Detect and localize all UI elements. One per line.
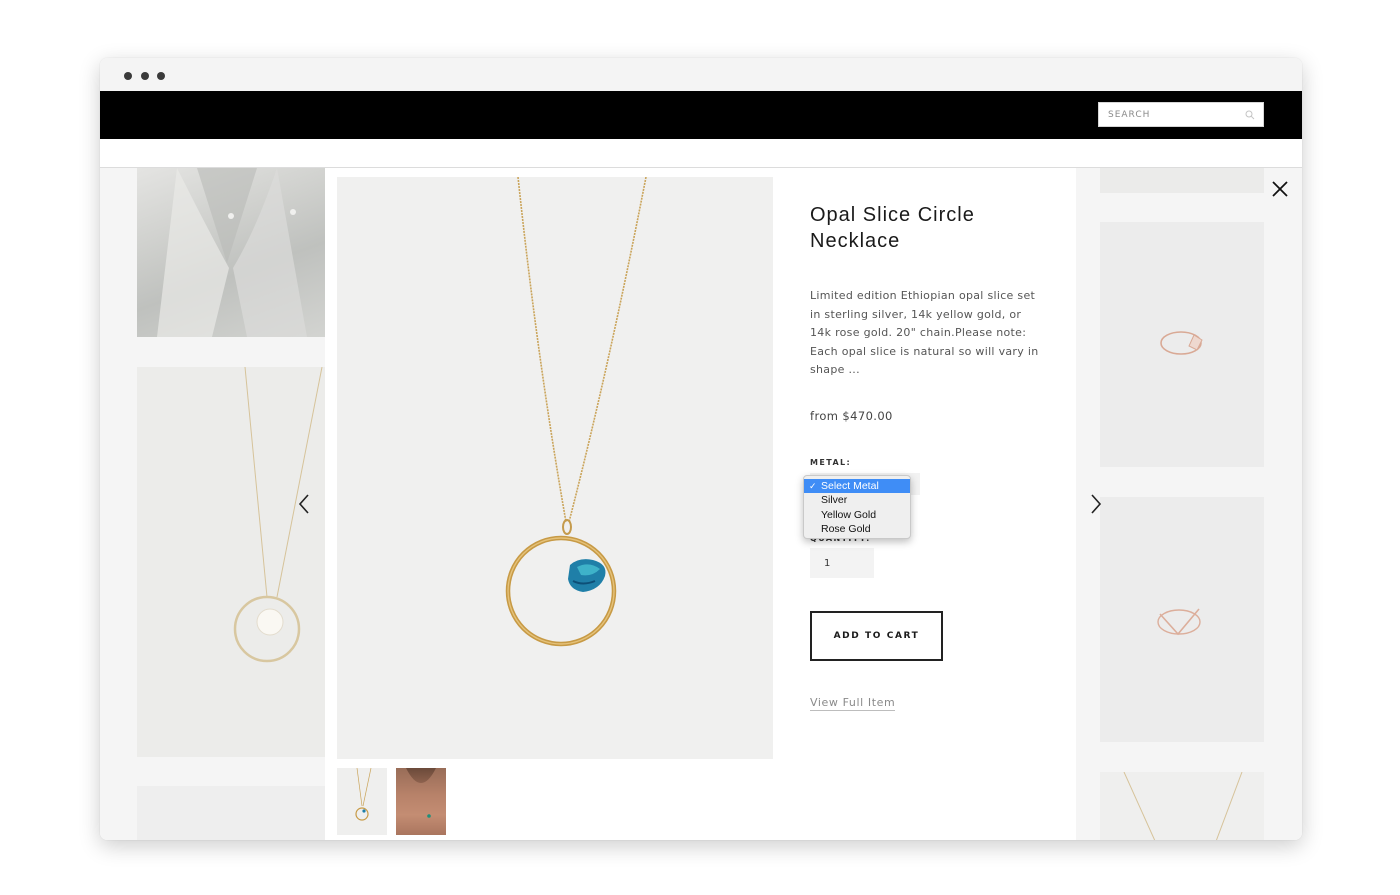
- view-full-item-link[interactable]: View Full Item: [810, 696, 896, 711]
- checkmark-icon: ✓: [809, 481, 817, 491]
- product-tile-pearl-necklace[interactable]: [137, 367, 325, 757]
- metal-option[interactable]: Rose Gold: [804, 522, 910, 536]
- metal-option[interactable]: ✓ Select Metal: [804, 479, 910, 494]
- product-description: Limited edition Ethiopian opal slice set…: [810, 289, 1039, 376]
- product-main-image[interactable]: [337, 177, 773, 759]
- quick-view-modal: Opal Slice Circle Necklace Limited editi…: [325, 168, 1076, 840]
- search-input[interactable]: [1099, 103, 1239, 126]
- necklace-thumbnail: [355, 768, 372, 821]
- metal-option[interactable]: Yellow Gold: [804, 508, 910, 522]
- opal-necklace-photo: [505, 177, 647, 647]
- quantity-field[interactable]: [810, 548, 874, 578]
- product-tile-ring[interactable]: [1100, 222, 1264, 467]
- metal-option-label: Select Metal: [821, 480, 879, 492]
- ring-photo: [1160, 331, 1203, 355]
- close-icon[interactable]: [1269, 178, 1291, 200]
- metal-label: METAL:: [810, 458, 852, 467]
- window-dot[interactable]: [157, 72, 165, 80]
- pearl-necklace-photo: [233, 367, 323, 663]
- product-price: from $470.00: [810, 409, 893, 423]
- site-header: [100, 91, 1302, 139]
- necklace-chain-photo: [1123, 772, 1243, 840]
- product-thumbnail[interactable]: [396, 768, 446, 835]
- metal-option-label: Yellow Gold: [821, 508, 877, 521]
- chevron-ring-photo: [1157, 608, 1201, 636]
- sub-navigation-bar: [100, 139, 1302, 168]
- model-thumbnail: [396, 768, 446, 835]
- quantity-input[interactable]: [810, 548, 874, 578]
- shirt-photo: [157, 168, 307, 337]
- metal-option-label: Rose Gold: [821, 522, 871, 535]
- product-tile-ring[interactable]: [1100, 497, 1264, 742]
- metal-option-label: Silver: [821, 494, 848, 507]
- chevron-left-icon[interactable]: [297, 492, 313, 516]
- product-tile[interactable]: [137, 786, 325, 840]
- search-icon[interactable]: [1245, 110, 1255, 120]
- browser-window: Opal Slice Circle Necklace Limited editi…: [100, 58, 1302, 840]
- window-dot[interactable]: [141, 72, 149, 80]
- window-dot[interactable]: [124, 72, 132, 80]
- metal-dropdown-menu[interactable]: ✓ Select Metal Silver Yellow Gold Rose G…: [803, 475, 911, 539]
- add-to-cart-button[interactable]: ADD TO CART: [810, 611, 943, 661]
- search-box[interactable]: [1098, 102, 1264, 127]
- product-tile[interactable]: [1100, 168, 1264, 193]
- metal-option[interactable]: Silver: [804, 493, 910, 507]
- product-thumbnail[interactable]: [337, 768, 387, 835]
- page-content: Opal Slice Circle Necklace Limited editi…: [100, 168, 1302, 840]
- product-details: Opal Slice Circle Necklace Limited editi…: [803, 168, 1050, 840]
- product-tile-shirt[interactable]: [137, 168, 325, 337]
- window-titlebar: [100, 58, 1302, 91]
- chevron-right-icon[interactable]: [1087, 492, 1103, 516]
- product-tile-necklace[interactable]: [1100, 772, 1264, 840]
- product-title: Opal Slice Circle Necklace: [810, 204, 975, 252]
